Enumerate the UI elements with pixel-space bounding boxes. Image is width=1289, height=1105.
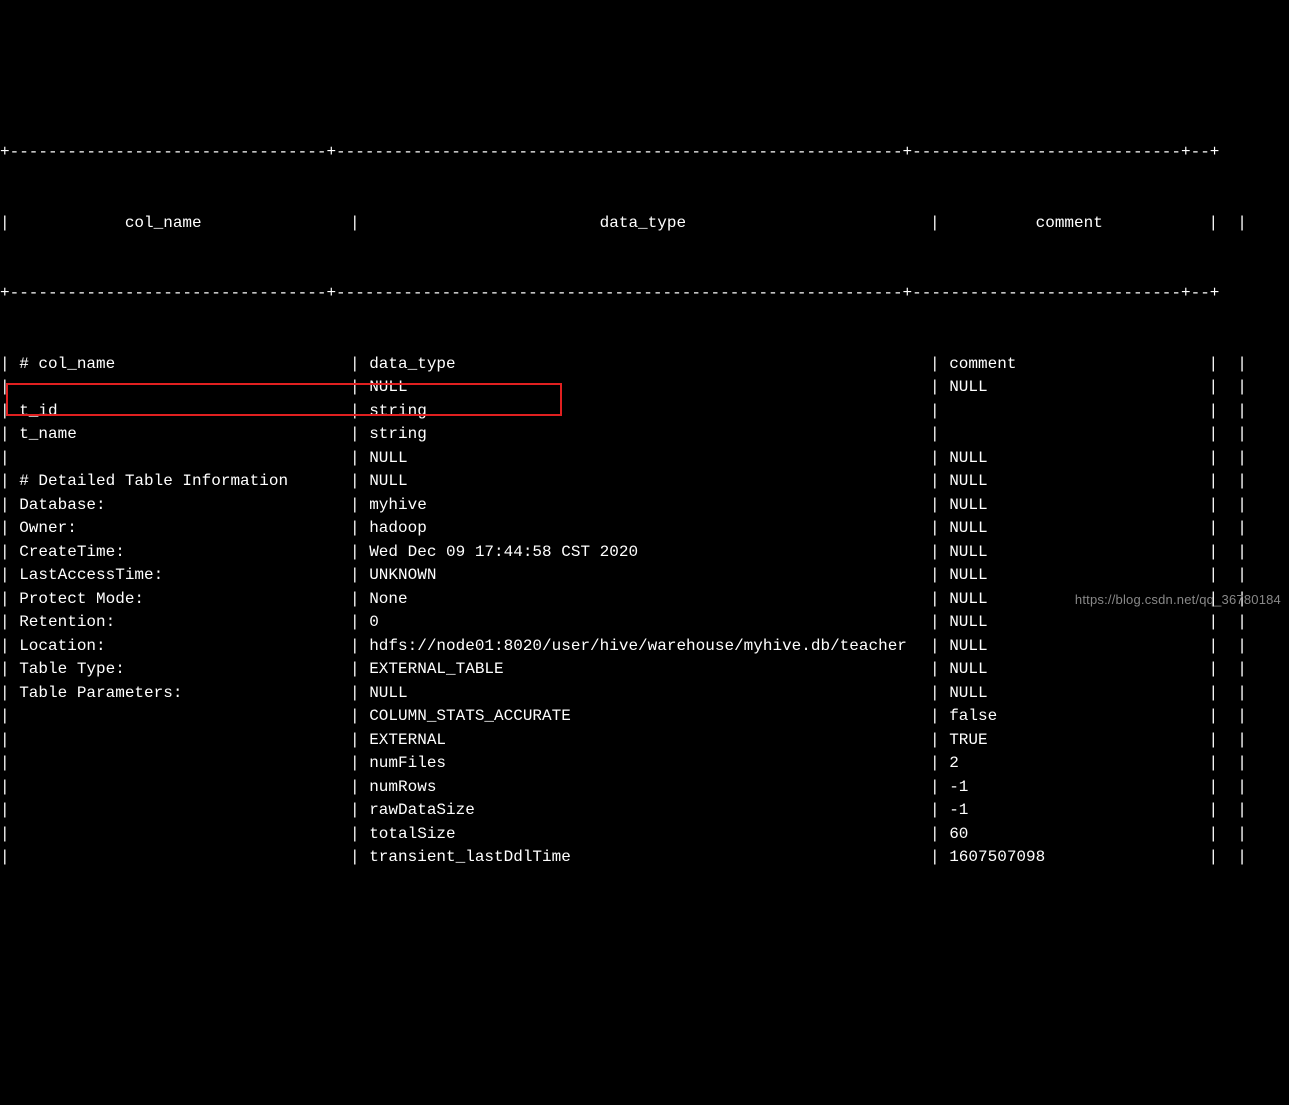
cell-c1: | Owner: bbox=[0, 517, 350, 541]
header-data-type: | data_type bbox=[350, 212, 930, 236]
cell-c2: | rawDataSize bbox=[350, 799, 930, 823]
cell-c1: | LastAccessTime: bbox=[0, 564, 350, 588]
table-row: | # col_name | data_type | comment | | bbox=[0, 353, 1289, 377]
cell-c2: | None bbox=[350, 588, 930, 612]
cell-c3: | -1 | | bbox=[930, 799, 1210, 823]
cell-c3: | NULL | | bbox=[930, 494, 1210, 518]
cell-c2: | NULL bbox=[350, 682, 930, 706]
table-row: | | numFiles | 2 | | bbox=[0, 752, 1289, 776]
cell-c1: | Table Type: bbox=[0, 658, 350, 682]
cell-c1: | bbox=[0, 776, 350, 800]
cell-c1: | Protect Mode: bbox=[0, 588, 350, 612]
cell-c1: | t_id bbox=[0, 400, 350, 424]
cell-c2: | Wed Dec 09 17:44:58 CST 2020 bbox=[350, 541, 930, 565]
cell-c1: | bbox=[0, 376, 350, 400]
table-row: | LastAccessTime: | UNKNOWN | NULL | | bbox=[0, 564, 1289, 588]
cell-c1: | bbox=[0, 729, 350, 753]
cell-c2: | totalSize bbox=[350, 823, 930, 847]
cell-c2: | string bbox=[350, 400, 930, 424]
border-line: +---------------------------------+-----… bbox=[0, 282, 1289, 306]
cell-c2: | NULL bbox=[350, 376, 930, 400]
cell-c2: | 0 bbox=[350, 611, 930, 635]
cell-c2: | hdfs://node01:8020/user/hive/warehouse… bbox=[350, 635, 930, 659]
table-row: | | rawDataSize | -1 | | bbox=[0, 799, 1289, 823]
cell-c2: | string bbox=[350, 423, 930, 447]
cell-c2: | numFiles bbox=[350, 752, 930, 776]
cell-c1: | # Detailed Table Information bbox=[0, 470, 350, 494]
table-row: | Table Type: | EXTERNAL_TABLE | NULL | … bbox=[0, 658, 1289, 682]
table-row: | | NULL | NULL | | bbox=[0, 376, 1289, 400]
cell-c2: | numRows bbox=[350, 776, 930, 800]
table-row: | Database: | myhive | NULL | | bbox=[0, 494, 1289, 518]
cell-c2: | myhive bbox=[350, 494, 930, 518]
table-row: | | NULL | NULL | | bbox=[0, 447, 1289, 471]
cell-c1: | # col_name bbox=[0, 353, 350, 377]
cell-c3: | 60 | | bbox=[930, 823, 1210, 847]
table-header-row: | col_name | data_type | comment | | bbox=[0, 212, 1289, 236]
cell-c1: | bbox=[0, 799, 350, 823]
table-row: | | EXTERNAL | TRUE | | bbox=[0, 729, 1289, 753]
cell-c1: | Table Parameters: bbox=[0, 682, 350, 706]
cell-c3: | NULL | | bbox=[930, 517, 1210, 541]
cell-c3: | NULL | | bbox=[930, 564, 1210, 588]
cell-c1: | bbox=[0, 846, 350, 870]
header-col-name: | col_name bbox=[0, 212, 350, 236]
cell-c2: | data_type bbox=[350, 353, 930, 377]
cell-c2: | EXTERNAL_TABLE bbox=[350, 658, 930, 682]
table-row: | # Detailed Table Information | NULL | … bbox=[0, 470, 1289, 494]
cell-c2: | transient_lastDdlTime bbox=[350, 846, 930, 870]
cell-c3: | -1 | | bbox=[930, 776, 1210, 800]
cell-c3: | | | bbox=[930, 400, 1210, 424]
cell-c2: | EXTERNAL bbox=[350, 729, 930, 753]
cell-c3: | TRUE | | bbox=[930, 729, 1210, 753]
terminal-output: +---------------------------------+-----… bbox=[0, 94, 1289, 893]
cell-c1: | bbox=[0, 752, 350, 776]
cell-c3: | | | bbox=[930, 423, 1210, 447]
cell-c3: | comment | | bbox=[930, 353, 1210, 377]
watermark-text: https://blog.csdn.net/qq_36780184 bbox=[1075, 588, 1281, 612]
cell-c2: | hadoop bbox=[350, 517, 930, 541]
header-comment: | comment | | bbox=[930, 212, 1210, 236]
cell-c3: | 2 | | bbox=[930, 752, 1210, 776]
cell-c3: | NULL | | bbox=[930, 470, 1210, 494]
cell-c3: | 1607507098 | | bbox=[930, 846, 1210, 870]
cell-c3: | NULL | | bbox=[930, 447, 1210, 471]
cell-c2: | NULL bbox=[350, 447, 930, 471]
cell-c1: | bbox=[0, 705, 350, 729]
table-row: | t_id | string | | | bbox=[0, 400, 1289, 424]
cell-c1: | Retention: bbox=[0, 611, 350, 635]
cell-c1: | t_name bbox=[0, 423, 350, 447]
cell-c1: | bbox=[0, 823, 350, 847]
cell-c1: | Database: bbox=[0, 494, 350, 518]
table-row: | | COLUMN_STATS_ACCURATE | false | | bbox=[0, 705, 1289, 729]
cell-c2: | COLUMN_STATS_ACCURATE bbox=[350, 705, 930, 729]
table-row: | t_name | string | | | bbox=[0, 423, 1289, 447]
cell-c3: | NULL | | bbox=[930, 682, 1210, 706]
border-line: +---------------------------------+-----… bbox=[0, 141, 1289, 165]
cell-c1: | bbox=[0, 447, 350, 471]
table-row: | | transient_lastDdlTime | 1607507098 |… bbox=[0, 846, 1289, 870]
table-row: | Table Parameters: | NULL | NULL | | bbox=[0, 682, 1289, 706]
table-row: | Location: | hdfs://node01:8020/user/hi… bbox=[0, 635, 1289, 659]
table-row: | Retention: | 0 | NULL | | bbox=[0, 611, 1289, 635]
cell-c1: | Location: bbox=[0, 635, 350, 659]
cell-c3: | NULL | | bbox=[930, 541, 1210, 565]
cell-c3: | NULL | | bbox=[930, 611, 1210, 635]
table-row: | Owner: | hadoop | NULL | | bbox=[0, 517, 1289, 541]
cell-c3: | NULL | | bbox=[930, 658, 1210, 682]
cell-c3: | false | | bbox=[930, 705, 1210, 729]
cell-c1: | CreateTime: bbox=[0, 541, 350, 565]
table-row: | CreateTime: | Wed Dec 09 17:44:58 CST … bbox=[0, 541, 1289, 565]
cell-c3: | NULL | | bbox=[930, 376, 1210, 400]
cell-c3: | NULL | | bbox=[930, 635, 1210, 659]
cell-c2: | NULL bbox=[350, 470, 930, 494]
table-row: | | totalSize | 60 | | bbox=[0, 823, 1289, 847]
cell-c2: | UNKNOWN bbox=[350, 564, 930, 588]
table-row: | | numRows | -1 | | bbox=[0, 776, 1289, 800]
